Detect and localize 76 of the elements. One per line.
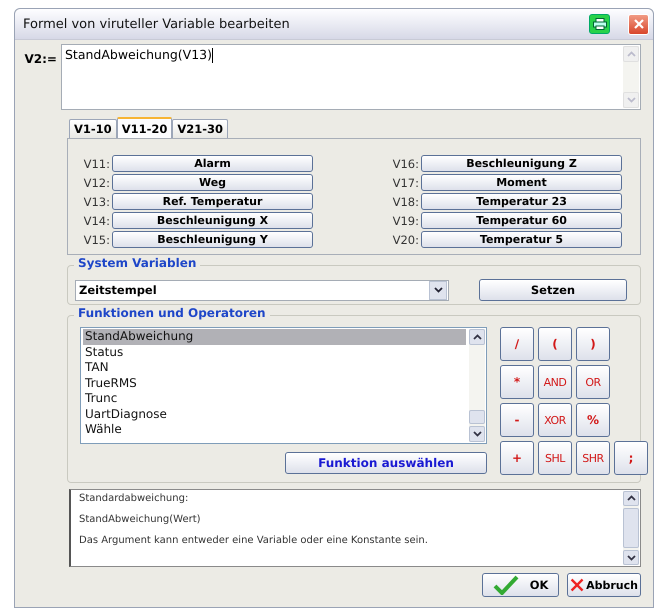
variable-label: V17: <box>392 176 419 190</box>
tab[interactable]: V21-30 <box>172 119 228 138</box>
operator-button[interactable]: + <box>500 441 534 475</box>
variable-button[interactable]: Ref. Temperatur <box>112 193 313 210</box>
variable-button[interactable]: Beschleunigung X <box>112 212 313 229</box>
list-item[interactable]: Wähle <box>83 422 466 438</box>
description-text: Standardabweichung: <box>79 493 190 504</box>
group-title: System Variablen <box>74 256 200 270</box>
chevron-down-icon <box>626 97 636 103</box>
variable-button[interactable]: Weg <box>112 174 313 191</box>
scroll-thumb[interactable] <box>623 508 639 548</box>
operator-button[interactable]: - <box>500 403 534 437</box>
variable-label: V13: <box>82 194 110 208</box>
chevron-up-icon <box>626 495 636 502</box>
chevron-down-icon <box>434 287 442 293</box>
tab[interactable]: V1-10 <box>69 119 117 138</box>
description-text: Das Argument kann entweder eine Variable oder eine Konstante sein. <box>79 535 429 546</box>
list-item[interactable]: UartDiagnose <box>83 406 466 422</box>
chevron-down-icon <box>472 431 482 437</box>
scrollbar[interactable] <box>469 329 485 442</box>
checkmark-icon <box>492 575 519 595</box>
variable-button[interactable]: Alarm <box>112 155 313 172</box>
close-icon <box>632 18 644 30</box>
operator-button[interactable]: SHL <box>538 441 572 475</box>
operator-button[interactable]: ) <box>576 327 610 361</box>
variable-label: V18: <box>392 194 419 208</box>
operator-button[interactable]: / <box>500 327 534 361</box>
printer-icon <box>592 18 606 30</box>
list-item[interactable]: Trunc <box>83 391 466 406</box>
variable-label: V12: <box>82 176 110 190</box>
close-button[interactable] <box>628 14 649 34</box>
formula-field[interactable]: StandAbweichung(V13) <box>61 44 641 110</box>
variable-label: V16: <box>392 156 419 170</box>
window-title: Formel von viruteller Variable bearbeiten <box>23 16 291 32</box>
ok-button[interactable]: OK <box>482 573 559 597</box>
cross-icon <box>570 576 584 594</box>
operator-button[interactable]: AND <box>538 365 572 399</box>
list-item[interactable]: TrueRMS <box>83 376 466 391</box>
operator-button[interactable]: XOR <box>538 403 572 437</box>
operator-button[interactable]: ( <box>538 327 572 361</box>
scrollbar[interactable] <box>623 491 639 565</box>
group-title: Funktionen und Operatoren <box>74 306 270 320</box>
variable-label: V11: <box>82 156 110 170</box>
variable-button[interactable]: Temperatur 23 <box>421 193 622 210</box>
variable-button[interactable]: Beschleunigung Z <box>421 155 622 172</box>
variable-label: V19: <box>392 214 419 228</box>
list-item[interactable]: TAN <box>83 360 466 376</box>
operator-button[interactable]: SHR <box>576 441 610 475</box>
description-text: StandAbweichung(Wert) <box>79 514 202 525</box>
cancel-button[interactable]: Abbruch <box>567 573 641 597</box>
operator-button[interactable]: ; <box>614 441 648 475</box>
variable-label: V14: <box>82 214 110 228</box>
variable-button[interactable]: Temperatur 60 <box>421 212 622 229</box>
list-item[interactable]: StandAbweichung <box>83 329 466 344</box>
tab[interactable]: V11-20 <box>116 117 172 138</box>
formula-text: StandAbweichung(V13) <box>65 47 212 62</box>
variable-label: V20: <box>392 232 419 246</box>
operator-button[interactable]: OR <box>576 365 610 399</box>
scrollbar[interactable] <box>623 46 639 108</box>
variable-button[interactable]: Moment <box>421 174 622 191</box>
list-item[interactable]: Status <box>83 344 466 360</box>
variable-button[interactable]: Beschleunigung Y <box>112 231 313 248</box>
formula-label: V2:= <box>24 51 57 68</box>
select-function-button[interactable]: Funktion auswählen <box>285 452 487 474</box>
set-button[interactable]: Setzen <box>479 279 627 301</box>
chevron-down-icon <box>626 554 636 561</box>
variable-label: V15: <box>82 232 110 246</box>
operator-button[interactable]: * <box>500 365 534 399</box>
function-list[interactable]: StandAbweichung Status TAN TrueRMS Trunc UartDiagnose Wähle <box>80 327 487 444</box>
chevron-up-icon <box>472 334 482 340</box>
operator-button[interactable]: % <box>576 403 610 437</box>
system-variable-dropdown[interactable]: Zeitstempel <box>75 280 449 300</box>
variable-button[interactable]: Temperatur 5 <box>421 231 622 248</box>
scroll-thumb[interactable] <box>469 410 485 424</box>
chevron-up-icon <box>626 51 636 57</box>
print-button[interactable] <box>589 14 610 34</box>
